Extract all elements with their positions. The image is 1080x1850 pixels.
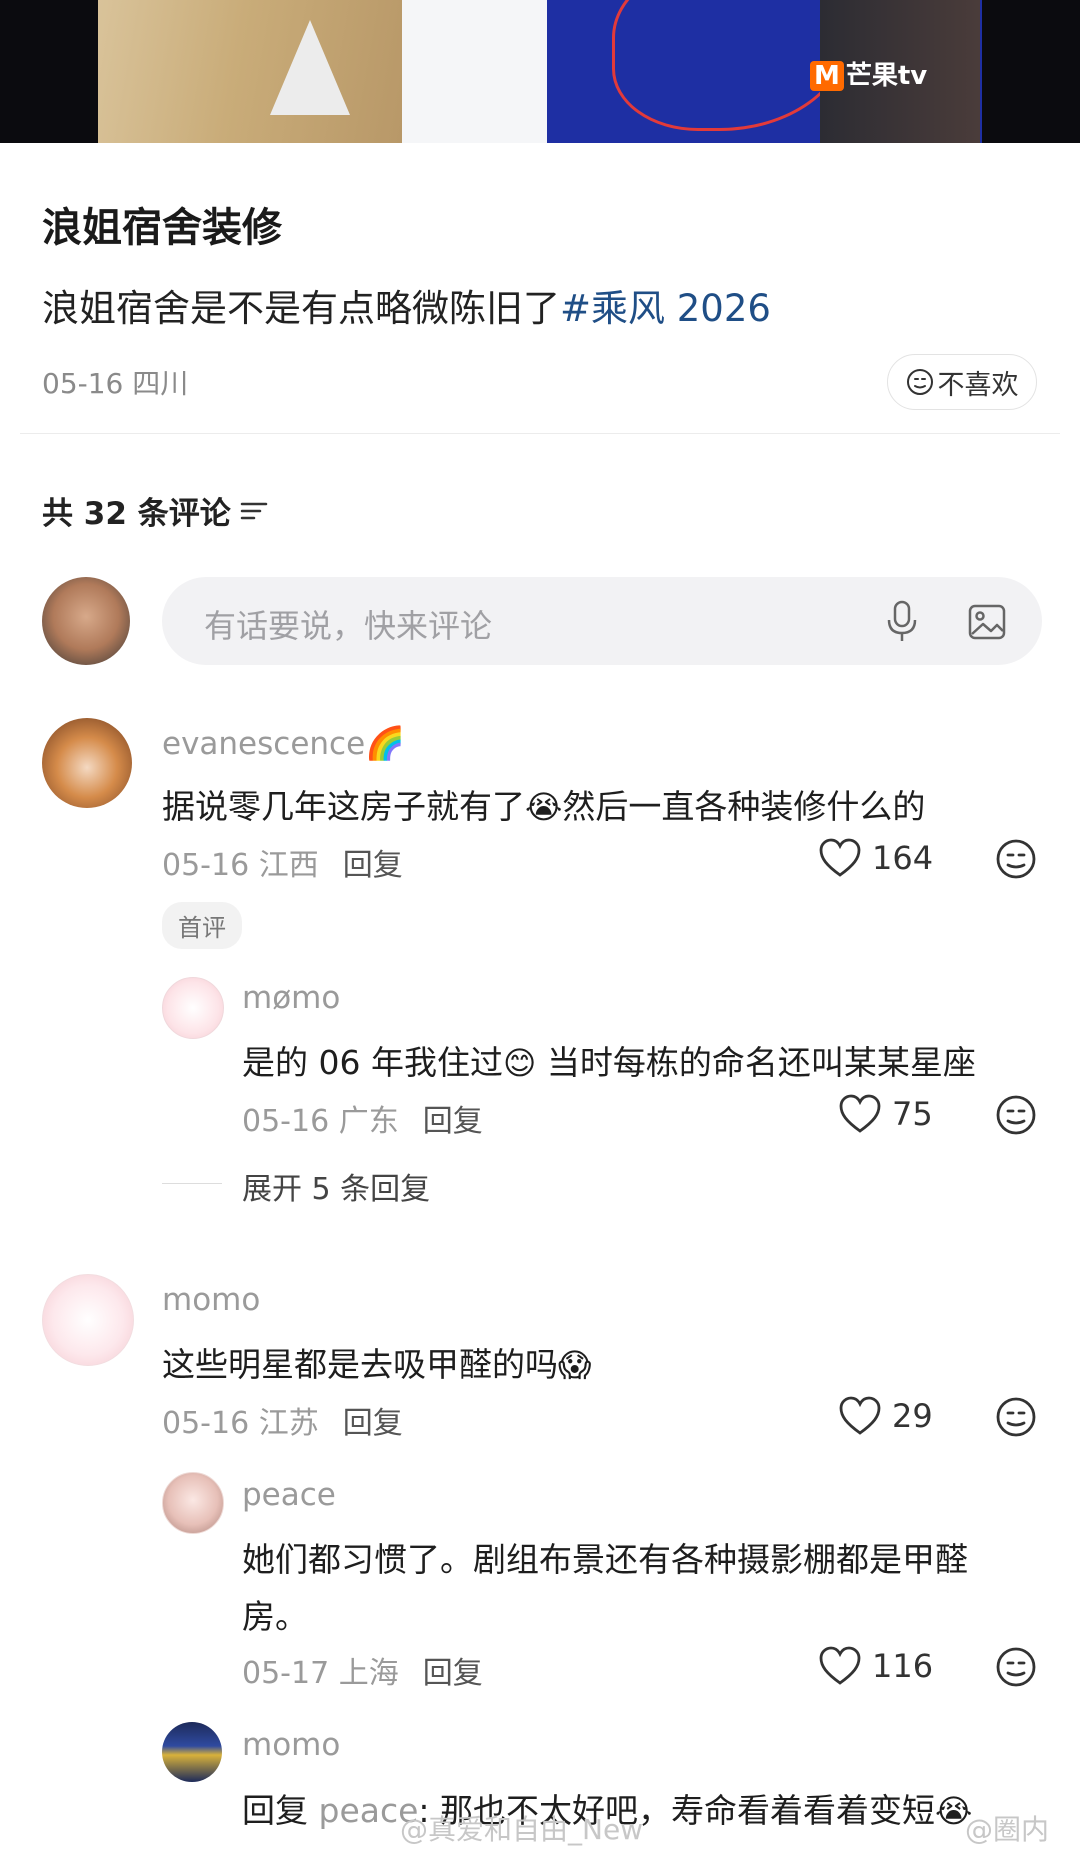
reply-date-location: 05-17 上海 [242, 1656, 399, 1691]
reply-username[interactable]: momo [242, 1727, 340, 1763]
post-description: 浪姐宿舍是不是有点略微陈旧了#乘风 2026 [42, 278, 771, 332]
comment-text-part: 这些明星都是去吸甲醛的吗 [162, 1345, 558, 1384]
like-button[interactable]: 75 [838, 1094, 933, 1134]
reply-button[interactable]: 回复 [343, 848, 403, 883]
comment-meta: 05-16 江苏 回复 [162, 1398, 403, 1442]
reply-prefix: 回复 [242, 1791, 319, 1830]
comment-count-sort[interactable]: 共 32 条评论 [42, 488, 269, 533]
hashtag-link[interactable]: #乘风 2026 [560, 287, 771, 330]
smile-emoji: 😊 [502, 1044, 537, 1082]
expand-replies-button[interactable]: 展开 5 条回复 [242, 1164, 430, 1208]
reply-username[interactable]: peace [242, 1477, 336, 1513]
first-comment-badge: 首评 [162, 902, 242, 949]
comment-text: 据说零几年这房子就有了😭然后一直各种装修什么的 [162, 780, 925, 828]
watermark-left: @真爱和自由_New [400, 1813, 644, 1846]
comment-username[interactable]: momo [162, 1282, 260, 1318]
expand-divider [162, 1183, 222, 1184]
video-lamp [270, 20, 350, 115]
watermark-right: @圈内 [965, 1813, 1050, 1846]
username-text: evanescence [162, 726, 366, 762]
neutral-face-icon[interactable] [995, 1646, 1037, 1688]
dislike-button[interactable]: 不喜欢 [887, 354, 1037, 410]
comment-input-placeholder: 有话要说，快来评论 [204, 607, 493, 645]
heart-icon [819, 1646, 861, 1685]
reply-meta: 05-17 上海 回复 [242, 1648, 483, 1692]
like-button[interactable]: 164 [818, 838, 933, 878]
avatar[interactable] [162, 1472, 224, 1534]
comment-date-location: 05-16 江苏 [162, 1406, 319, 1441]
heart-icon [819, 838, 861, 877]
neutral-face-icon[interactable] [995, 1396, 1037, 1438]
reply-button[interactable]: 回复 [423, 1656, 483, 1691]
heart-icon [839, 1396, 881, 1435]
comment-username[interactable]: evanescence🌈 [162, 724, 405, 762]
image-icon[interactable] [967, 603, 1007, 641]
dislike-label: 不喜欢 [937, 369, 1019, 401]
comment-text-part: 据说零几年这房子就有了 [162, 787, 525, 826]
like-count: 75 [892, 1095, 933, 1133]
avatar[interactable] [42, 718, 132, 808]
like-count: 29 [892, 1397, 933, 1435]
video-floor [98, 0, 403, 143]
microphone-icon[interactable] [884, 599, 920, 643]
neutral-face-icon[interactable] [995, 1094, 1037, 1136]
reply-button[interactable]: 回复 [343, 1406, 403, 1441]
avatar[interactable] [162, 977, 224, 1039]
reply-text: 是的 06 年我住过😊 当时每栋的命名还叫某某星座 [242, 1036, 976, 1084]
reply-text-line-1: 她们都习惯了。剧组布景还有各种摄影棚都是甲醛 [242, 1540, 968, 1579]
comment-meta: 05-16 江西 回复 [162, 840, 403, 884]
video-wall [402, 0, 547, 143]
reply-text-part: 当时每栋的命名还叫某某星座 [536, 1043, 976, 1082]
post-meta: 05-16 四川 [42, 367, 189, 400]
video-thumbnail[interactable]: M 芒果tv [0, 0, 1080, 143]
comment-text-part: 然后一直各种装修什么的 [562, 787, 926, 826]
divider [20, 433, 1060, 434]
reply-date-location: 05-16 广东 [242, 1104, 399, 1139]
reply-text-line-2: 房。 [242, 1597, 308, 1636]
scared-emoji: 😱 [558, 1346, 592, 1384]
mango-tv-logo: M 芒果tv [810, 55, 927, 92]
rainbow-emoji: 🌈 [365, 724, 406, 762]
crying-emoji: 😭 [525, 788, 563, 826]
avatar[interactable] [162, 1722, 222, 1782]
like-count: 164 [872, 839, 934, 877]
reply-meta: 05-16 广东 回复 [242, 1096, 483, 1140]
post-title: 浪姐宿舍装修 [42, 205, 282, 251]
my-avatar[interactable] [42, 577, 130, 665]
sort-icon [240, 502, 267, 519]
heart-icon [839, 1094, 881, 1133]
like-button[interactable]: 116 [818, 1646, 933, 1686]
post-description-text: 浪姐宿舍是不是有点略微陈旧了 [42, 287, 560, 330]
avatar[interactable] [42, 1274, 134, 1366]
like-button[interactable]: 29 [838, 1396, 933, 1436]
comment-count: 共 32 条评论 [42, 496, 231, 532]
comment-text: 这些明星都是去吸甲醛的吗😱 [162, 1338, 591, 1386]
reply-text-part: 是的 06 年我住过 [242, 1043, 503, 1082]
reply-username[interactable]: mømo [242, 980, 340, 1016]
like-count: 116 [872, 1647, 934, 1685]
neutral-face-icon[interactable] [995, 838, 1037, 880]
neutral-face-icon [906, 369, 933, 395]
comment-date-location: 05-16 江西 [162, 848, 319, 883]
reply-button[interactable]: 回复 [423, 1104, 483, 1139]
comment-input[interactable]: 有话要说，快来评论 [162, 577, 1042, 665]
